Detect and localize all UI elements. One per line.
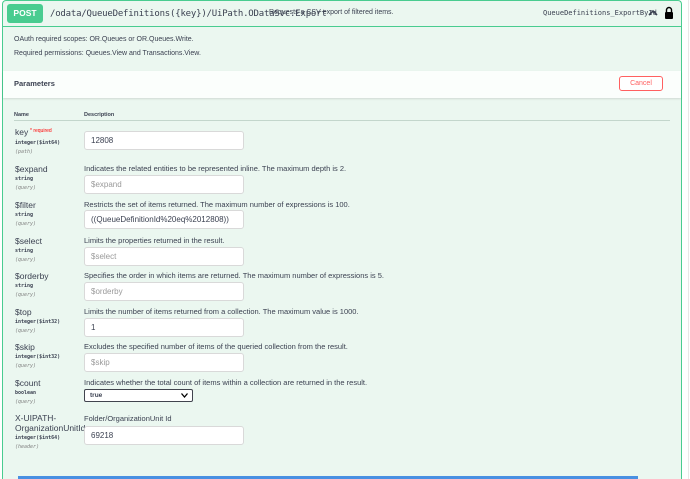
param-location: (query): [15, 363, 37, 369]
param-description: Restricts the set of items returned. The…: [84, 200, 350, 209]
endpoint-description: Requests a CSV export of filtered items.: [269, 9, 394, 16]
param-name-orderby: $orderby: [15, 271, 49, 281]
opblock-post: POST /odata/QueueDefinitions({key})/UiPa…: [2, 0, 682, 479]
method-badge: POST: [7, 4, 43, 23]
param-location: (query): [15, 185, 37, 191]
param-type: string: [15, 283, 34, 289]
param-name-expand: $expand: [15, 164, 48, 174]
orderby-input[interactable]: $orderby: [84, 282, 244, 301]
param-description: Specifies the order in which items are r…: [84, 271, 384, 280]
param-type: boolean: [15, 390, 37, 396]
oauth-scopes-text: OAuth required scopes: OR.Queues or OR.Q…: [14, 36, 194, 43]
param-location: (query): [15, 221, 37, 227]
key-input[interactable]: 12808: [84, 131, 244, 150]
opblock-summary[interactable]: POST /odata/QueueDefinitions({key})/UiPa…: [3, 1, 681, 27]
cancel-button[interactable]: Cancel: [619, 76, 663, 91]
param-description: Limits the properties returned in the re…: [84, 236, 225, 245]
param-type: string: [15, 212, 34, 218]
parameters-header: Parameters: [3, 71, 681, 98]
param-name-org-unit-line1: X-UIPATH-: [15, 413, 57, 423]
param-location: (query): [15, 257, 37, 263]
param-name-key: key: [15, 127, 29, 137]
param-description: Limits the number of items returned from…: [84, 307, 359, 316]
param-location: (header): [15, 444, 40, 450]
param-description: Folder/OrganizationUnit Id: [84, 414, 172, 423]
param-type: string: [15, 248, 34, 254]
param-name-select: $select: [15, 236, 42, 246]
param-location: (query): [15, 399, 37, 405]
select-input[interactable]: $select: [84, 247, 244, 266]
param-name-org-unit-line2: OrganizationUnitId: [15, 423, 86, 433]
count-select-value: true: [90, 392, 103, 399]
scrollbar-track: [688, 0, 689, 479]
column-header-name: Name: [14, 112, 29, 118]
skip-input[interactable]: $skip: [84, 353, 244, 372]
column-header-description: Description: [84, 112, 115, 118]
param-description: Indicates the related entities to be rep…: [84, 164, 347, 173]
org-unit-input[interactable]: 69218: [84, 426, 244, 445]
top-input[interactable]: 1: [84, 318, 244, 337]
param-type: integer($int32): [15, 354, 61, 360]
param-type: integer($int64): [15, 140, 61, 146]
expand-input[interactable]: $expand: [84, 175, 244, 194]
parameters-title: Parameters: [14, 79, 55, 88]
chevron-up-icon[interactable]: [647, 7, 659, 19]
count-select[interactable]: true: [84, 389, 193, 402]
operation-id: QueueDefinitions_ExportById: [543, 9, 657, 17]
param-type: integer($int64): [15, 435, 61, 441]
param-description: Indicates whether the total count of ite…: [84, 378, 368, 387]
param-location: (query): [15, 292, 37, 298]
param-description: Excludes the specified number of items o…: [84, 342, 348, 351]
chevron-down-icon: [181, 393, 188, 398]
param-name-count: $count: [15, 378, 41, 388]
lock-icon[interactable]: [664, 6, 674, 20]
param-location: (path): [15, 149, 34, 155]
required-marker: * required: [30, 128, 52, 134]
param-name-filter: $filter: [15, 200, 36, 210]
param-type: string: [15, 176, 34, 182]
param-location: (query): [15, 328, 37, 334]
param-name-skip: $skip: [15, 342, 35, 352]
param-name-top: $top: [15, 307, 32, 317]
param-type: integer($int32): [15, 319, 61, 325]
required-permissions-text: Required permissions: Queues.View and Tr…: [14, 50, 201, 57]
filter-input[interactable]: ((QueueDefinitionId%20eq%2012808)): [84, 210, 244, 229]
header-divider: [14, 120, 670, 121]
